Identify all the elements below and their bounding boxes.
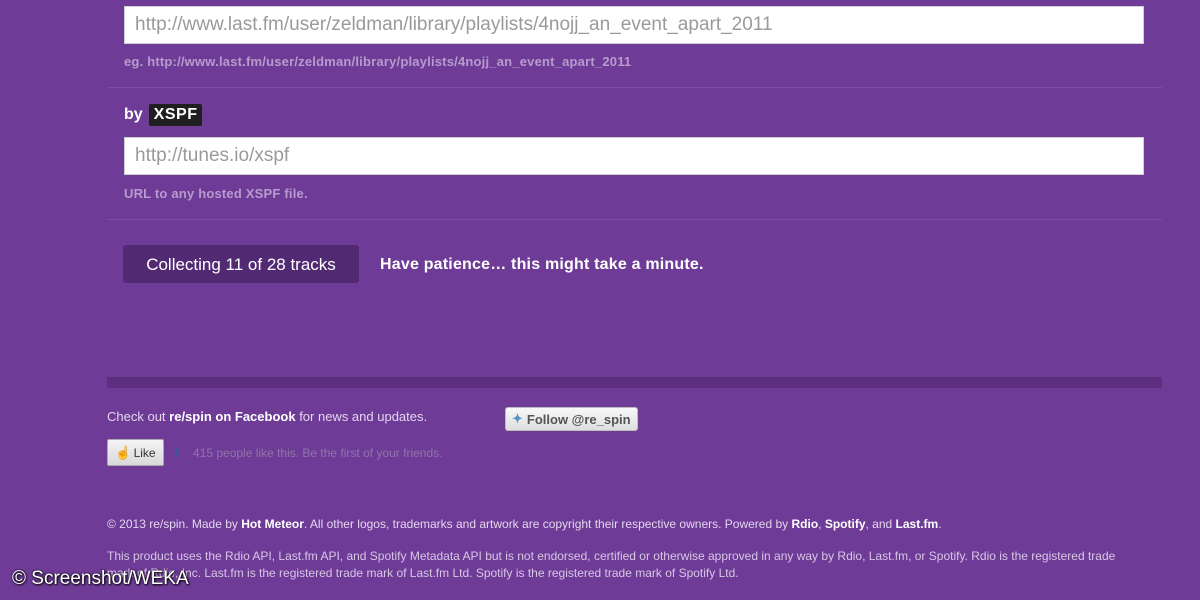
- copyright-line: © 2013 re/spin. Made by Hot Meteor. All …: [107, 517, 942, 531]
- lastfm-hint: eg. http://www.last.fm/user/zeldman/libr…: [124, 54, 632, 69]
- like-label: Like: [133, 445, 156, 460]
- copyright-prefix: © 2013 re/spin. Made by: [107, 517, 242, 531]
- twitter-follow-button[interactable]: ✦ Follow @re_spin: [505, 407, 638, 431]
- twitter-bird-icon: ✦: [512, 411, 523, 426]
- screenshot-watermark: © Screenshot/WEKA: [12, 568, 189, 589]
- divider: [107, 87, 1162, 88]
- by-label: by: [124, 106, 143, 123]
- thumbs-up-icon: ☝: [115, 444, 132, 460]
- xspf-hint: URL to any hosted XSPF file.: [124, 186, 308, 201]
- facebook-like-button[interactable]: ☝ Like: [107, 439, 164, 466]
- copyright-end: .: [938, 517, 942, 531]
- facebook-icon: f: [174, 445, 179, 460]
- powered-separator: , and: [865, 517, 896, 531]
- hot-meteor-link[interactable]: Hot Meteor: [241, 517, 304, 531]
- collecting-progress-button[interactable]: Collecting 11 of 28 tracks: [123, 245, 359, 283]
- patience-message: Have patience… this might take a minute.: [380, 256, 704, 273]
- lastfm-url-input[interactable]: [124, 6, 1144, 44]
- divider: [107, 219, 1162, 220]
- legal-disclaimer: This product uses the Rdio API, Last.fm …: [107, 549, 1116, 580]
- spotify-link[interactable]: Spotify: [825, 517, 866, 531]
- footer-bar: [107, 377, 1162, 388]
- checkout-suffix: for news and updates.: [295, 409, 428, 424]
- xspf-url-input[interactable]: [124, 137, 1144, 175]
- facebook-page-link[interactable]: re/spin on Facebook: [169, 409, 295, 424]
- powered-separator: ,: [818, 517, 825, 531]
- copyright-middle: . All other logos, trademarks and artwor…: [303, 517, 792, 531]
- follow-label: Follow @re_spin: [526, 411, 631, 427]
- checkout-prefix: Check out: [107, 409, 170, 424]
- lastfm-link[interactable]: Last.fm: [896, 517, 939, 531]
- rdio-link[interactable]: Rdio: [791, 517, 818, 531]
- page: eg. http://www.last.fm/user/zeldman/libr…: [0, 0, 1200, 600]
- facebook-promo-text: Check out re/spin on Facebook for news a…: [107, 409, 427, 424]
- xspf-section-label: by XSPF: [124, 104, 203, 126]
- like-count-text: 415 people like this. Be the first of yo…: [193, 446, 443, 460]
- xspf-badge: XSPF: [148, 104, 203, 126]
